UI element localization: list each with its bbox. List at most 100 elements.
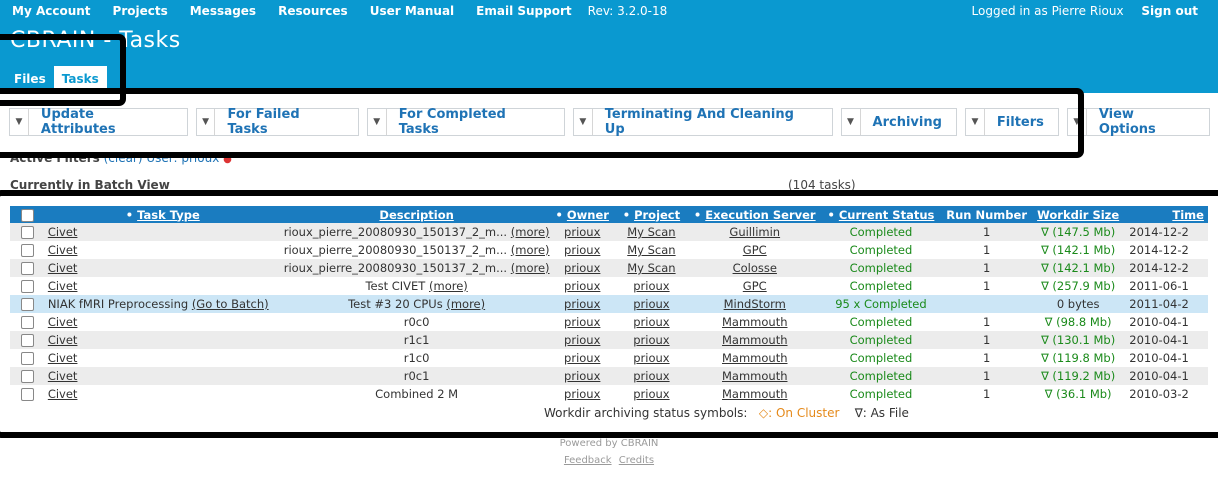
task-type-link[interactable]: Civet — [48, 315, 78, 329]
task-type-link[interactable]: Civet — [48, 351, 78, 365]
sign-out-link[interactable]: Sign out — [1141, 4, 1198, 18]
row-checkbox[interactable] — [20, 226, 34, 239]
project-link[interactable]: prioux — [633, 369, 669, 383]
select-all-checkbox[interactable] — [20, 208, 34, 222]
server-link[interactable]: Mammouth — [722, 387, 788, 401]
row-checkbox[interactable] — [20, 298, 34, 311]
more-link[interactable]: (more) — [511, 225, 550, 239]
task-description: r0c1 — [403, 369, 430, 383]
owner-link[interactable]: prioux — [564, 225, 600, 239]
nav-user-manual[interactable]: User Manual — [370, 4, 454, 20]
row-checkbox[interactable] — [20, 244, 34, 257]
remove-filter-icon[interactable]: ● — [223, 154, 232, 165]
status-cell: Completed — [849, 315, 913, 329]
owner-link[interactable]: prioux — [564, 369, 600, 383]
task-type-link[interactable]: Civet — [48, 369, 78, 383]
more-link[interactable]: (more) — [446, 297, 485, 311]
nav-my-account[interactable]: My Account — [12, 4, 91, 20]
feedback-link[interactable]: Feedback — [564, 455, 612, 466]
filters-menu[interactable]: ▼ Filters — [964, 108, 1059, 136]
caret-down-icon: ▼ — [368, 109, 387, 135]
server-link[interactable]: Mammouth — [722, 351, 788, 365]
archiving-legend: Workdir archiving status symbols: ◇: On … — [544, 406, 909, 420]
project-link[interactable]: prioux — [633, 351, 669, 365]
completed-tasks-menu[interactable]: ▼ For Completed Tasks — [366, 107, 565, 137]
owner-link[interactable]: prioux — [564, 387, 600, 401]
server-link[interactable]: MindStorm — [724, 297, 786, 311]
nav-projects[interactable]: Projects — [113, 4, 168, 20]
time-cell: 2014-12-2 — [1129, 243, 1189, 257]
project-link[interactable]: My Scan — [627, 225, 675, 239]
sort-owner[interactable]: Owner — [567, 208, 609, 222]
project-link[interactable]: My Scan — [627, 243, 675, 257]
owner-link[interactable]: prioux — [564, 261, 600, 275]
table-row: Civet r1c1 prioux prioux Mammouth Comple… — [10, 331, 1208, 349]
project-link[interactable]: prioux — [633, 315, 669, 329]
sort-project[interactable]: Project — [634, 208, 680, 222]
server-link[interactable]: Mammouth — [722, 333, 788, 347]
row-checkbox[interactable] — [20, 388, 34, 401]
update-attributes-menu[interactable]: ▼ Update Attributes — [9, 107, 188, 137]
terminating-cleaning-menu[interactable]: ▼ Terminating And Cleaning Up — [572, 107, 833, 137]
sort-time[interactable]: Time — [1172, 208, 1204, 222]
project-link[interactable]: prioux — [633, 333, 669, 347]
server-link[interactable]: Mammouth — [722, 315, 788, 329]
status-cell: Completed — [849, 333, 913, 347]
more-link[interactable]: (more) — [511, 261, 550, 275]
task-type-link[interactable]: Civet — [48, 279, 78, 293]
time-cell: 2014-12-2 — [1129, 261, 1189, 275]
logged-in-label: Logged in as Pierre Rioux — [971, 4, 1124, 18]
sort-description[interactable]: Description — [379, 208, 453, 222]
go-to-batch-link[interactable]: (Go to Batch) — [192, 297, 269, 311]
view-options-menu[interactable]: ▼ View Options — [1066, 107, 1210, 137]
project-link[interactable]: My Scan — [627, 261, 675, 275]
sort-workdir-size[interactable]: Workdir Size — [1037, 208, 1119, 222]
run-number-cell: 1 — [982, 351, 991, 365]
owner-link[interactable]: prioux — [564, 243, 600, 257]
footer: Powered by CBRAIN Feedback Credits — [0, 438, 1218, 466]
owner-link[interactable]: prioux — [564, 333, 600, 347]
active-filters: Active Filters (clear) User: prioux ● — [10, 151, 232, 165]
server-link[interactable]: GPC — [743, 243, 767, 257]
task-type-link[interactable]: Civet — [48, 261, 78, 275]
credits-link[interactable]: Credits — [619, 455, 654, 466]
row-checkbox[interactable] — [20, 370, 34, 383]
more-link[interactable]: (more) — [429, 279, 468, 293]
sort-execution-server[interactable]: Execution Server — [705, 208, 815, 222]
server-link[interactable]: Guillimin — [729, 225, 780, 239]
task-type-link[interactable]: Civet — [48, 225, 78, 239]
task-type-link[interactable]: Civet — [48, 387, 78, 401]
task-description: Test #3 20 CPUs — [348, 297, 443, 311]
project-link[interactable]: prioux — [633, 297, 669, 311]
row-checkbox[interactable] — [20, 334, 34, 347]
clear-filters-link[interactable]: (clear) — [104, 151, 143, 165]
nav-resources[interactable]: Resources — [278, 4, 348, 20]
task-type-link[interactable]: Civet — [48, 243, 78, 257]
server-link[interactable]: Colosse — [733, 261, 777, 275]
filter-user: User: prioux — [146, 151, 220, 165]
owner-link[interactable]: prioux — [564, 315, 600, 329]
more-link[interactable]: (more) — [511, 243, 550, 257]
row-checkbox[interactable] — [20, 316, 34, 329]
owner-link[interactable]: prioux — [564, 279, 600, 293]
failed-tasks-menu[interactable]: ▼ For Failed Tasks — [195, 107, 359, 137]
nav-messages[interactable]: Messages — [190, 4, 256, 20]
archiving-menu[interactable]: ▼ Archiving — [840, 108, 957, 136]
nav-email-support[interactable]: Email Support — [476, 4, 571, 20]
owner-link[interactable]: prioux — [564, 351, 600, 365]
row-checkbox[interactable] — [20, 280, 34, 293]
owner-link[interactable]: prioux — [564, 297, 600, 311]
tab-tasks[interactable]: Tasks — [53, 66, 107, 91]
sort-current-status[interactable]: Current Status — [839, 208, 935, 222]
task-type-link[interactable]: Civet — [48, 333, 78, 347]
sort-task-type[interactable]: Task Type — [137, 208, 200, 222]
row-checkbox[interactable] — [20, 352, 34, 365]
tab-files[interactable]: Files — [6, 66, 54, 91]
caret-down-icon: ▼ — [1068, 109, 1087, 135]
project-link[interactable]: prioux — [633, 279, 669, 293]
server-link[interactable]: Mammouth — [722, 369, 788, 383]
row-checkbox[interactable] — [20, 262, 34, 275]
project-link[interactable]: prioux — [633, 387, 669, 401]
main-tabs: Files Tasks — [6, 66, 107, 91]
server-link[interactable]: GPC — [743, 279, 767, 293]
